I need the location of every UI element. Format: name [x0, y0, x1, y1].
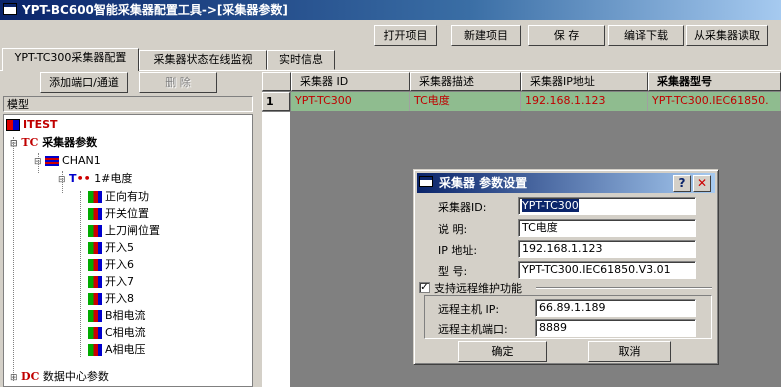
grid-header-model[interactable]: 采集器型号 — [648, 72, 781, 91]
remote-maintenance-checkbox[interactable]: ✓ — [419, 282, 430, 293]
grid-cell-id[interactable]: YPT-TC300 — [291, 92, 410, 111]
grid-cell-model[interactable]: YPT-TC300.IEC61850. — [648, 92, 781, 111]
grid-cell-ip[interactable]: 192.168.1.123 — [521, 92, 648, 111]
app-icon — [3, 3, 17, 15]
tree-meter[interactable]: ⊟ T•• 1#电度 — [58, 171, 132, 187]
point-icon — [88, 276, 102, 288]
remote-port-field[interactable]: 8889 — [535, 319, 696, 337]
point-icon — [88, 242, 102, 254]
close-icon[interactable]: ✕ — [693, 175, 711, 192]
compile-download-button[interactable]: 编译下载 — [608, 25, 684, 46]
save-button[interactable]: 保 存 — [528, 25, 605, 46]
open-project-button[interactable]: 打开项目 — [374, 25, 437, 46]
grid-corner — [262, 72, 291, 91]
ip-address-field[interactable]: 192.168.1.123 — [518, 240, 696, 258]
tree-point[interactable]: 开入7 — [88, 274, 134, 290]
grid-cell-desc[interactable]: TC电度 — [410, 92, 521, 111]
description-field[interactable]: TC电度 — [518, 219, 696, 237]
grid-row-header-column — [262, 112, 290, 387]
tree-point[interactable]: 开关位置 — [88, 206, 149, 222]
ok-button[interactable]: 确定 — [458, 341, 547, 362]
channel-icon — [45, 156, 60, 166]
meter-icon: T — [69, 172, 77, 185]
group-separator — [536, 287, 712, 289]
tab-collector-config[interactable]: YPT-TC300采集器配置 — [2, 48, 139, 71]
tree-root[interactable]: ITEST — [6, 117, 58, 133]
help-button[interactable]: ? — [673, 175, 691, 192]
tree-point[interactable]: 开入8 — [88, 291, 134, 307]
point-icon — [88, 344, 102, 356]
new-project-button[interactable]: 新建项目 — [451, 25, 521, 46]
tree-collector-params[interactable]: ⊟ TC 采集器参数 — [10, 135, 97, 151]
remote-ip-field[interactable]: 66.89.1.189 — [535, 299, 696, 317]
tree-line — [80, 191, 81, 357]
point-icon — [88, 225, 102, 237]
point-icon — [88, 191, 102, 203]
description-label: 说 明: — [438, 223, 468, 236]
splitter[interactable] — [255, 72, 261, 387]
grid-header-ip[interactable]: 采集器IP地址 — [521, 72, 648, 91]
tree-point[interactable]: B相电流 — [88, 308, 146, 324]
point-icon — [88, 259, 102, 271]
point-icon — [88, 327, 102, 339]
cancel-button[interactable]: 取消 — [588, 341, 671, 362]
collector-id-label: 采集器ID: — [438, 201, 487, 214]
add-port-channel-button[interactable]: 添加端口/通道 — [40, 72, 128, 93]
project-icon — [6, 119, 20, 131]
tree-point[interactable]: 正向有功 — [88, 189, 149, 205]
model-tree[interactable]: ITEST ⊟ TC 采集器参数 ⊟ CHAN1 ⊟ T•• 1#电度 正向有功… — [3, 114, 253, 387]
tc-icon: TC — [21, 136, 39, 149]
tree-point[interactable]: A相电压 — [88, 342, 146, 358]
model-header: 模型 — [3, 96, 253, 112]
dialog-title: 采集器 参数设置 — [417, 173, 715, 193]
remote-port-label: 远程主机端口: — [438, 323, 508, 336]
tree-line — [13, 137, 14, 381]
read-from-collector-button[interactable]: 从采集器读取 — [686, 25, 768, 46]
grid-header-id[interactable]: 采集器 ID — [291, 72, 410, 91]
collector-id-field[interactable]: YPT-TC300 — [518, 197, 696, 215]
model-label: 型 号: — [438, 265, 468, 278]
tree-point[interactable]: C相电流 — [88, 325, 146, 341]
remote-ip-label: 远程主机 IP: — [438, 303, 500, 316]
tree-datacenter-params[interactable]: ⊞ DC 数据中心参数 — [10, 369, 109, 385]
grid-row-number: 1 — [262, 92, 290, 111]
window-title: YPT-BC600智能采集器配置工具->[采集器参数] — [0, 0, 781, 20]
delete-button[interactable]: 删 除 — [139, 72, 217, 93]
collector-params-dialog: 采集器 参数设置 ? ✕ 采集器ID: YPT-TC300 说 明: TC电度 … — [413, 169, 719, 365]
point-icon — [88, 293, 102, 305]
tab-online-monitor[interactable]: 采集器状态在线监视 — [139, 50, 267, 70]
dc-icon: DC — [21, 370, 40, 383]
tree-point[interactable]: 上刀闸位置 — [88, 223, 160, 239]
tree-point[interactable]: 开入5 — [88, 240, 134, 256]
model-field[interactable]: YPT-TC300.IEC61850.V3.01 — [518, 261, 696, 279]
point-icon — [88, 310, 102, 322]
ip-address-label: IP 地址: — [438, 244, 478, 257]
grid-header-desc[interactable]: 采集器描述 — [410, 72, 521, 91]
tree-chan1[interactable]: ⊟ CHAN1 — [34, 153, 101, 169]
remote-maintenance-label: 支持远程维护功能 — [434, 282, 522, 295]
tree-point[interactable]: 开入6 — [88, 257, 134, 273]
tab-realtime-info[interactable]: 实时信息 — [267, 50, 335, 70]
point-icon — [88, 208, 102, 220]
dialog-window-icon — [419, 176, 433, 187]
